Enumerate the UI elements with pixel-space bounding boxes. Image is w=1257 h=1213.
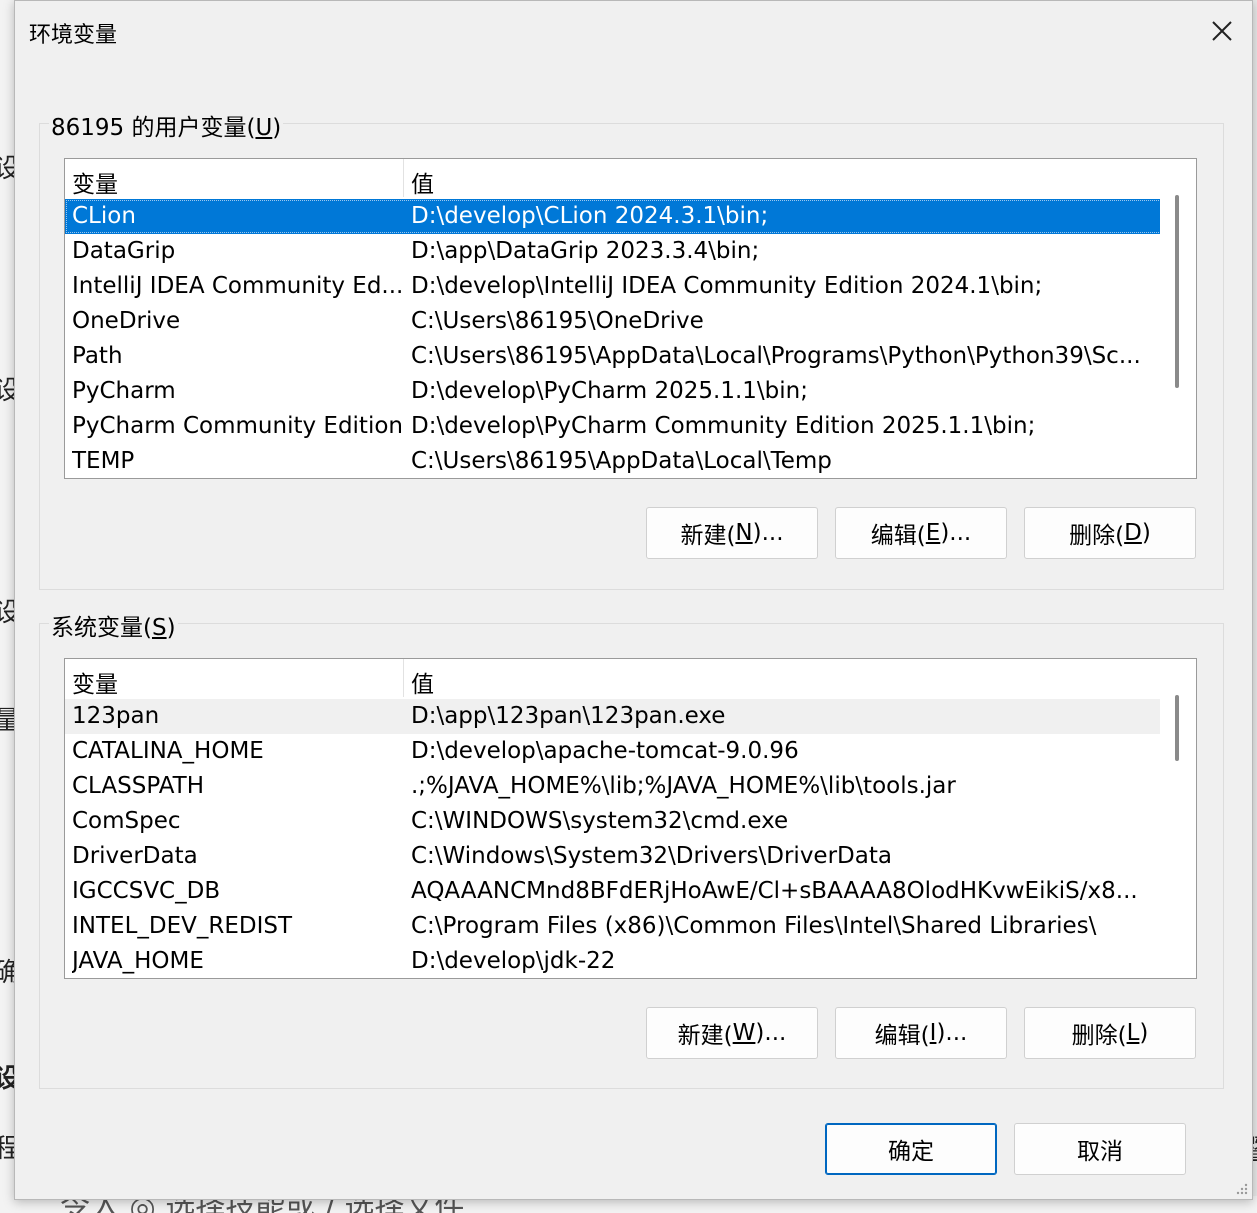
variable-value-cell: D:\develop\PyCharm 2025.1.1\bin;	[411, 378, 808, 404]
user-delete-button[interactable]: 删除(D)	[1024, 507, 1196, 559]
variable-value-cell: D:\develop\jdk-22	[411, 948, 616, 974]
variable-value-cell: D:\app\123pan\123pan.exe	[411, 703, 726, 729]
variable-name-cell: Path	[72, 343, 123, 369]
variable-name-cell: CATALINA_HOME	[72, 738, 264, 764]
column-header-value[interactable]: 值	[411, 165, 434, 199]
table-row[interactable]: DriverData C:\Windows\System32\Drivers\Dr…	[65, 839, 1162, 874]
table-row[interactable]: CLASSPATH .;%JAVA_HOME%\lib;%JAVA_HOME%\l…	[65, 769, 1162, 804]
variable-name-cell: PyCharm Community Edition	[72, 413, 402, 439]
user-variables-group: 86195 的用户变量(U) 变量 值 CLion D:\develop\CLio…	[39, 108, 1224, 590]
variable-value-cell: D:\develop\IntelliJ IDEA Community Editi…	[411, 273, 1043, 299]
column-header-variable[interactable]: 变量	[72, 165, 118, 199]
column-divider[interactable]	[403, 659, 404, 697]
column-header-value[interactable]: 值	[411, 665, 434, 699]
variable-name-cell: 123pan	[72, 703, 160, 729]
table-row[interactable]: PyCharm Community Edition D:\develop\PyCh…	[65, 409, 1162, 444]
user-edit-button[interactable]: 编辑(E)...	[835, 507, 1007, 559]
variable-value-cell: D:\develop\apache-tomcat-9.0.96	[411, 738, 799, 764]
variable-name-cell: CLion	[72, 203, 136, 229]
column-header-variable[interactable]: 变量	[72, 665, 118, 699]
list-header: 变量 值	[65, 659, 1162, 699]
table-row[interactable]: INTEL_DEV_REDIST C:\Program Files (x86)\C…	[65, 909, 1162, 944]
table-row[interactable]: JAVA_HOME D:\develop\jdk-22	[65, 944, 1162, 978]
table-row[interactable]: DataGrip D:\app\DataGrip 2023.3.4\bin;	[65, 234, 1162, 269]
user-new-button[interactable]: 新建(N)...	[646, 507, 818, 559]
close-button[interactable]	[1192, 1, 1252, 61]
table-row[interactable]: IntelliJ IDEA Community Ed... D:\develop\…	[65, 269, 1162, 304]
table-row[interactable]: ComSpec C:\WINDOWS\system32\cmd.exe	[65, 804, 1162, 839]
list-rows: 123pan D:\app\123pan\123pan.exe CATALINA_H…	[65, 699, 1162, 978]
variable-name-cell: IGCCSVC_DB	[72, 878, 221, 904]
system-variables-group: 系统变量(S) 变量 值 123pan D:\app\123pan\123pan.…	[39, 608, 1224, 1089]
variable-value-cell: AQAAANCMnd8BFdERjHoAwE/Cl+sBAAAA8OlodHKv…	[411, 878, 1138, 904]
close-icon	[1212, 21, 1232, 41]
table-row[interactable]: IGCCSVC_DB AQAAANCMnd8BFdERjHoAwE/Cl+sBAA…	[65, 874, 1162, 909]
user-variables-label: 86195 的用户变量(U)	[49, 108, 284, 142]
list-rows: CLion D:\develop\CLion 2024.3.1\bin; DataG…	[65, 199, 1162, 478]
title-bar[interactable]: 环境变量	[15, 1, 1252, 61]
variable-name-cell: ComSpec	[72, 808, 181, 834]
variable-value-cell: C:\Users\86195\AppData\Local\Temp	[411, 448, 832, 474]
table-row[interactable]: Path C:\Users\86195\AppData\Local\Program…	[65, 339, 1162, 374]
variable-value-cell: C:\Windows\System32\Drivers\DriverData	[411, 843, 892, 869]
ok-button[interactable]: 确定	[825, 1123, 997, 1175]
system-new-button[interactable]: 新建(W)...	[646, 1007, 818, 1059]
system-variables-label: 系统变量(S)	[49, 608, 178, 642]
resize-grip-icon[interactable]	[1234, 1181, 1248, 1195]
variable-name-cell: CLASSPATH	[72, 773, 205, 799]
scrollbar-thumb[interactable]	[1175, 195, 1179, 388]
table-row[interactable]: TEMP C:\Users\86195\AppData\Local\Temp	[65, 444, 1162, 478]
variable-name-cell: JAVA_HOME	[72, 948, 204, 974]
table-row[interactable]: OneDrive C:\Users\86195\OneDrive	[65, 304, 1162, 339]
table-row[interactable]: CLion D:\develop\CLion 2024.3.1\bin;	[65, 199, 1162, 234]
variable-value-cell: C:\WINDOWS\system32\cmd.exe	[411, 808, 789, 834]
system-variables-list[interactable]: 变量 值 123pan D:\app\123pan\123pan.exe CATAL…	[64, 658, 1197, 979]
variable-value-cell: C:\Users\86195\AppData\Local\Programs\Py…	[411, 343, 1141, 369]
variable-value-cell: C:\Users\86195\OneDrive	[411, 308, 704, 334]
variable-value-cell: D:\develop\CLion 2024.3.1\bin;	[411, 203, 769, 229]
variable-value-cell: D:\app\DataGrip 2023.3.4\bin;	[411, 238, 760, 264]
dialog-title: 环境变量	[29, 23, 118, 48]
table-row[interactable]: CATALINA_HOME D:\develop\apache-tomcat-9.…	[65, 734, 1162, 769]
column-divider[interactable]	[403, 159, 404, 197]
variable-name-cell: DriverData	[72, 843, 198, 869]
background-app-edge: 设 设 设 量 确 设 程	[0, 0, 20, 1213]
table-row[interactable]: PyCharm D:\develop\PyCharm 2025.1.1\bin;	[65, 374, 1162, 409]
table-row[interactable]: 123pan D:\app\123pan\123pan.exe	[65, 699, 1162, 734]
variable-name-cell: OneDrive	[72, 308, 181, 334]
variable-name-cell: INTEL_DEV_REDIST	[72, 913, 293, 939]
variable-name-cell: PyCharm	[72, 378, 176, 404]
environment-variables-dialog: 环境变量 86195 的用户变量(U) 变量 值 CLion D:\develop…	[14, 0, 1253, 1200]
variable-value-cell: .;%JAVA_HOME%\lib;%JAVA_HOME%\lib\tools.…	[411, 773, 956, 799]
variable-name-cell: IntelliJ IDEA Community Ed...	[72, 273, 402, 299]
variable-name-cell: DataGrip	[72, 238, 176, 264]
vertical-scrollbar[interactable]	[1160, 159, 1196, 478]
scrollbar-thumb[interactable]	[1175, 695, 1179, 761]
user-variables-list[interactable]: 变量 值 CLion D:\develop\CLion 2024.3.1\bin;…	[64, 158, 1197, 479]
variable-value-cell: C:\Program Files (x86)\Common Files\Inte…	[411, 913, 1097, 939]
cancel-button[interactable]: 取消	[1014, 1123, 1186, 1175]
variable-name-cell: TEMP	[72, 448, 135, 474]
list-header: 变量 值	[65, 159, 1162, 199]
system-delete-button[interactable]: 删除(L)	[1024, 1007, 1196, 1059]
system-edit-button[interactable]: 编辑(I)...	[835, 1007, 1007, 1059]
variable-value-cell: D:\develop\PyCharm Community Edition 202…	[411, 413, 1036, 439]
vertical-scrollbar[interactable]	[1160, 659, 1196, 978]
